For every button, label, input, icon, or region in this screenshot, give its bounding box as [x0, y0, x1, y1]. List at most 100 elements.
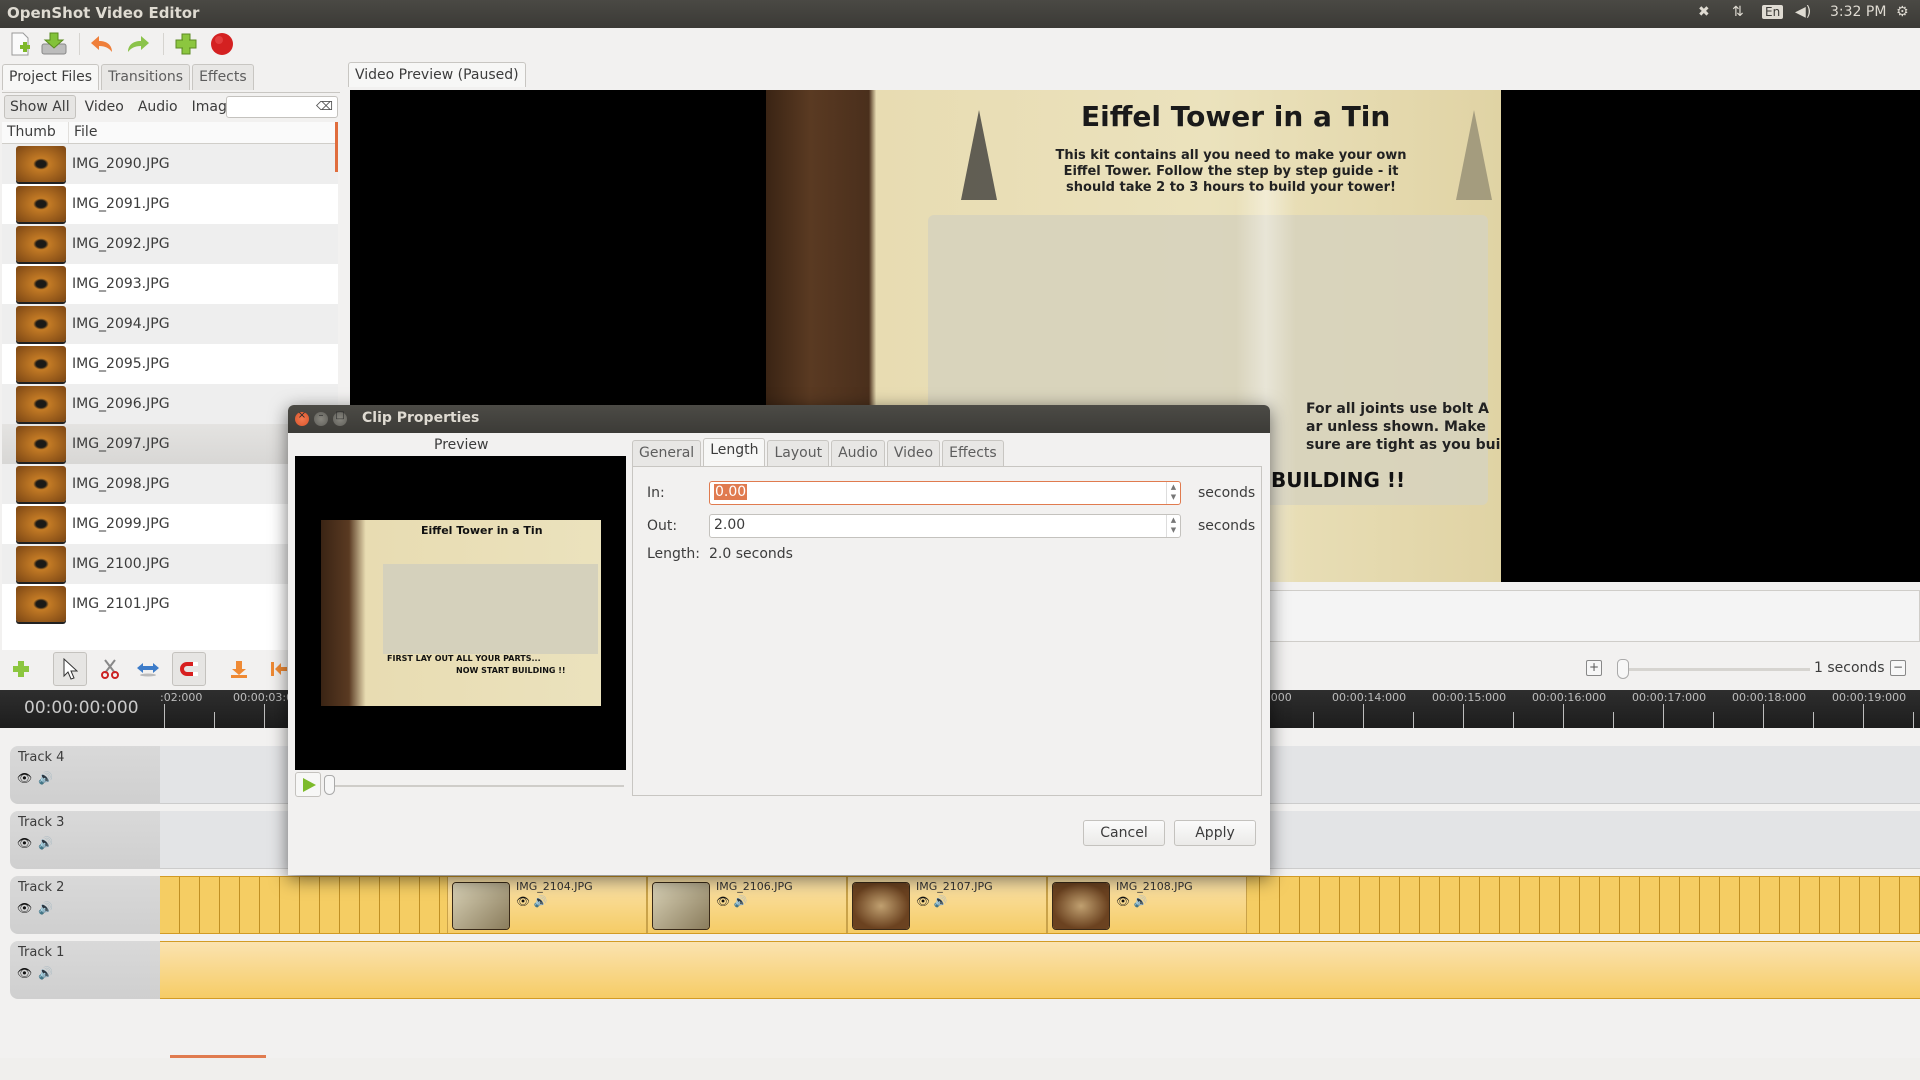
undo-button[interactable]: [88, 31, 116, 57]
speaker-audio-icon[interactable]: 🔊: [38, 966, 53, 980]
filter-audio[interactable]: Audio: [133, 96, 183, 118]
maximize-button[interactable]: □: [333, 410, 347, 426]
eye-visibility-icon[interactable]: 👁: [17, 771, 32, 785]
clear-search-icon[interactable]: ⌫: [316, 99, 333, 113]
filter-video[interactable]: Video: [80, 96, 129, 118]
cancel-button[interactable]: Cancel: [1083, 820, 1165, 846]
speaker-audio-icon[interactable]: 🔊: [38, 771, 53, 785]
razor-tool-button[interactable]: [93, 652, 127, 686]
apply-button[interactable]: Apply: [1174, 820, 1256, 846]
eye-visibility-icon[interactable]: 👁: [17, 966, 32, 980]
redo-button[interactable]: [124, 31, 152, 57]
select-tool-button[interactable]: [53, 652, 87, 686]
speaker-audio-icon[interactable]: 🔊: [38, 901, 53, 915]
clip-name: IMG_2104.JPG: [516, 880, 593, 893]
file-row[interactable]: IMG_2094.JPG: [2, 304, 338, 344]
track-lane[interactable]: IMG_2104.JPG 👁 🔊 IMG_2106.JPG 👁 🔊 IMG_2107.J…: [160, 876, 1920, 934]
file-row[interactable]: IMG_2093.JPG: [2, 264, 338, 304]
resize-tool-button[interactable]: [131, 652, 165, 686]
column-header-file[interactable]: File: [69, 122, 102, 143]
file-row[interactable]: IMG_2092.JPG: [2, 224, 338, 264]
speaker-audio-icon[interactable]: 🔊: [533, 895, 547, 908]
export-video-button[interactable]: [208, 31, 236, 57]
track-header[interactable]: Track 2 👁 🔊: [10, 876, 160, 934]
timeline-clip[interactable]: IMG_2104.JPG 👁 🔊: [447, 877, 647, 933]
close-icon: ×: [297, 410, 307, 421]
speaker-audio-icon[interactable]: 🔊: [933, 895, 947, 908]
dialog-tabs: General Length Layout Audio Video Effect…: [632, 438, 1006, 469]
out-spinbox[interactable]: 2.00 ▲ ▼: [709, 514, 1181, 538]
volume-icon[interactable]: ◀): [1795, 4, 1811, 20]
tab-effects[interactable]: Effects: [942, 440, 1004, 469]
file-name: IMG_2096.JPG: [72, 396, 170, 412]
ruler-tick: [1863, 704, 1864, 728]
toolbar-separator: [163, 33, 164, 55]
zoom-out-button[interactable]: −: [1890, 660, 1906, 676]
speaker-audio-icon[interactable]: 🔊: [733, 895, 747, 908]
timeline-clip[interactable]: IMG_2108.JPG 👁 🔊: [1047, 877, 1247, 933]
snapping-toggle-button[interactable]: [172, 652, 206, 686]
power-gear-icon[interactable]: ⚙: [1896, 4, 1909, 20]
timeline-clip[interactable]: IMG_2106.JPG 👁 🔊: [647, 877, 847, 933]
in-spinbox[interactable]: 0.00 ▲ ▼: [709, 481, 1181, 505]
minimize-button[interactable]: –: [314, 410, 328, 426]
out-spin-arrows[interactable]: ▲ ▼: [1166, 515, 1180, 537]
save-project-button[interactable]: [40, 31, 68, 57]
network-updown-icon[interactable]: ⇅: [1732, 4, 1744, 20]
filter-show-all[interactable]: Show All: [4, 94, 76, 119]
preview-label: Preview: [434, 437, 489, 453]
undo-icon: [91, 36, 112, 52]
play-button[interactable]: [295, 772, 321, 797]
tab-audio[interactable]: Audio: [831, 440, 885, 469]
track-name: Track 4: [18, 750, 65, 765]
dropbox-icon[interactable]: ✖: [1698, 4, 1710, 20]
add-marker-button[interactable]: [222, 652, 256, 686]
timeline-hscrollbar[interactable]: [170, 1055, 266, 1058]
eye-visibility-icon[interactable]: 👁: [516, 895, 530, 908]
import-files-button[interactable]: [172, 31, 200, 57]
file-row[interactable]: IMG_2095.JPG: [2, 344, 338, 384]
tab-transitions[interactable]: Transitions: [101, 64, 191, 90]
file-row[interactable]: IMG_2090.JPG: [2, 144, 338, 184]
in-value[interactable]: 0.00: [714, 484, 748, 500]
zoom-slider-handle[interactable]: [1617, 659, 1629, 679]
clip-name: IMG_2107.JPG: [916, 880, 993, 893]
zoom-slider-track[interactable]: [1624, 668, 1810, 671]
preview-seek-handle[interactable]: [324, 775, 335, 795]
timeline-clip[interactable]: IMG_2107.JPG 👁 🔊: [847, 877, 1047, 933]
tab-general[interactable]: General: [632, 440, 702, 469]
tab-project-files[interactable]: Project Files: [2, 64, 100, 90]
eye-visibility-icon[interactable]: 👁: [17, 836, 32, 850]
tab-video-preview[interactable]: Video Preview (Paused): [348, 62, 526, 87]
speaker-audio-icon[interactable]: 🔊: [1133, 895, 1147, 908]
dialog-titlebar[interactable]: × – □ Clip Properties: [288, 405, 1270, 433]
zoom-in-button[interactable]: +: [1586, 660, 1602, 676]
clock[interactable]: 3:32 PM: [1830, 4, 1886, 20]
track-lane[interactable]: [160, 941, 1920, 999]
speaker-audio-icon[interactable]: 🔊: [38, 836, 53, 850]
ruler-tick: [264, 704, 265, 728]
track-controls: 👁 🔊: [17, 771, 53, 785]
track-header[interactable]: Track 1 👁 🔊: [10, 941, 160, 999]
add-track-button[interactable]: [4, 652, 38, 686]
new-project-button[interactable]: [6, 31, 34, 57]
tab-layout[interactable]: Layout: [767, 440, 830, 469]
file-row[interactable]: IMG_2091.JPG: [2, 184, 338, 224]
tab-video[interactable]: Video: [886, 440, 941, 469]
eye-visibility-icon[interactable]: 👁: [1116, 895, 1130, 908]
column-header-thumb[interactable]: Thumb: [2, 122, 69, 143]
file-list-scrollbar[interactable]: [335, 122, 338, 172]
tab-length[interactable]: Length: [703, 438, 766, 469]
preview-seek-track[interactable]: [328, 785, 624, 787]
search-input[interactable]: ⌫: [226, 96, 338, 118]
keyboard-layout-indicator[interactable]: En: [1762, 5, 1784, 19]
eye-visibility-icon[interactable]: 👁: [916, 895, 930, 908]
out-value[interactable]: 2.00: [714, 517, 745, 533]
eye-visibility-icon[interactable]: 👁: [716, 895, 730, 908]
track-header[interactable]: Track 4 👁 🔊: [10, 746, 160, 804]
close-button[interactable]: ×: [295, 410, 309, 426]
tab-effects[interactable]: Effects: [192, 64, 254, 90]
in-spin-arrows[interactable]: ▲ ▼: [1166, 482, 1180, 504]
track-header[interactable]: Track 3 👁 🔊: [10, 811, 160, 869]
eye-visibility-icon[interactable]: 👁: [17, 901, 32, 915]
